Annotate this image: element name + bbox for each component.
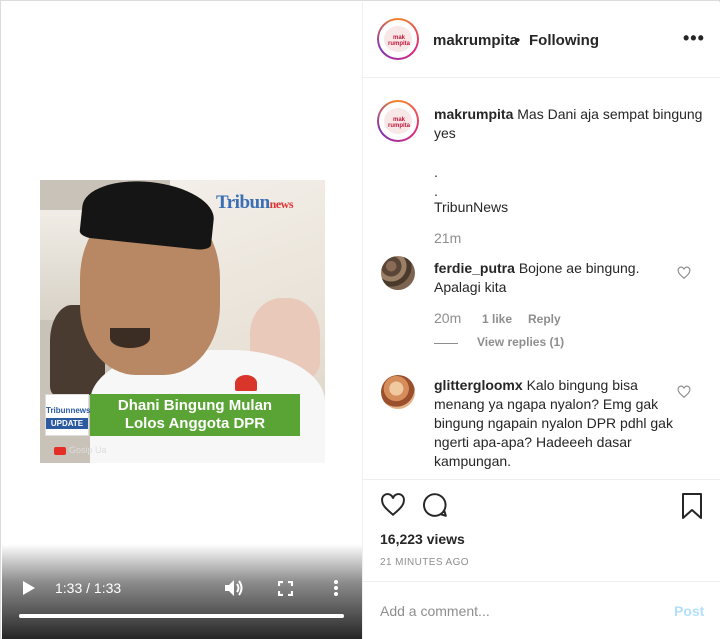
fullscreen-button[interactable] — [277, 580, 294, 597]
caption-username[interactable]: makrumpita — [434, 106, 513, 122]
caption-time[interactable]: 21m — [434, 230, 461, 246]
caption-avatar[interactable]: mak rumpita — [377, 100, 419, 142]
bookmark-icon — [682, 493, 702, 519]
header-separator: • — [515, 32, 521, 49]
comment-likes[interactable]: 1 like — [482, 312, 512, 326]
post-button[interactable]: Post — [674, 603, 704, 619]
bird-emblem — [235, 375, 257, 391]
post-header: mak rumpita makrumpita • Following ••• — [363, 2, 720, 78]
headline-banner: Dhani Bingung Mulan Lolos Anggota DPR — [90, 394, 300, 436]
avatar[interactable]: mak rumpita — [377, 18, 419, 60]
video-more-button[interactable] — [332, 579, 340, 597]
post-timestamp[interactable]: 21 MINUTES AGO — [380, 557, 469, 568]
comment-time[interactable]: 20m — [434, 310, 461, 326]
comment-like-button[interactable] — [677, 266, 691, 280]
vertical-dots-icon — [334, 580, 338, 596]
video-frame: Tribunnews Tribunnews UPDATE Dhani Bingu… — [40, 180, 325, 463]
progress-bar[interactable] — [19, 614, 344, 618]
tribunnews-logo: Tribunnews — [215, 192, 294, 213]
view-replies-button[interactable]: View replies (1) — [477, 335, 564, 349]
fullscreen-icon — [277, 580, 294, 597]
comment-like-button[interactable] — [677, 385, 691, 399]
comment-text: glittergloomx Kalo bingung bisa menang y… — [434, 377, 673, 469]
comment-avatar[interactable] — [381, 256, 415, 290]
more-options-button[interactable]: ••• — [683, 28, 705, 49]
heart-icon — [381, 493, 405, 517]
play-button[interactable] — [22, 580, 36, 596]
play-icon — [23, 581, 35, 595]
comments-list[interactable]: mak rumpita makrumpita Mas Dani aja semp… — [363, 79, 720, 479]
add-comment-bar: Post — [363, 581, 720, 639]
following-button[interactable]: Following — [529, 32, 599, 49]
comment-username[interactable]: ferdie_putra — [434, 260, 515, 276]
like-button[interactable] — [380, 492, 406, 518]
youtube-watermark: Gosip Ua — [54, 445, 107, 455]
caption-source: TribunNews — [434, 199, 509, 215]
comment-avatar[interactable] — [381, 375, 415, 409]
comment-input[interactable] — [380, 601, 650, 621]
post-modal: Tribunnews Tribunnews UPDATE Dhani Bingu… — [0, 0, 720, 639]
volume-icon — [225, 580, 243, 596]
heart-icon — [677, 385, 691, 399]
post-panel: mak rumpita makrumpita • Following ••• m… — [362, 2, 720, 639]
caption-text: makrumpita Mas Dani aja sempat bingung y… — [434, 106, 703, 141]
comment-button[interactable] — [422, 492, 448, 518]
time-display: 1:33 / 1:33 — [55, 580, 122, 596]
save-button[interactable] — [681, 492, 703, 520]
action-bar: 16,223 views 21 MINUTES AGO — [363, 479, 720, 581]
header-username[interactable]: makrumpita — [433, 32, 518, 49]
heart-icon — [677, 266, 691, 280]
reply-button[interactable]: Reply — [528, 312, 561, 326]
youtube-icon — [54, 446, 66, 455]
comment-bubble-icon — [423, 493, 447, 517]
view-count[interactable]: 16,223 views — [380, 531, 465, 547]
progress-fill — [19, 614, 344, 618]
volume-button[interactable] — [224, 579, 244, 597]
comment-text: ferdie_putra Bojone ae bingung. Apalagi … — [434, 260, 640, 295]
view-replies-line — [434, 343, 458, 344]
video-player[interactable]: Tribunnews Tribunnews UPDATE Dhani Bingu… — [2, 2, 362, 639]
update-badge: Tribunnews UPDATE — [45, 394, 90, 436]
comment-username[interactable]: glittergloomx — [434, 377, 523, 393]
